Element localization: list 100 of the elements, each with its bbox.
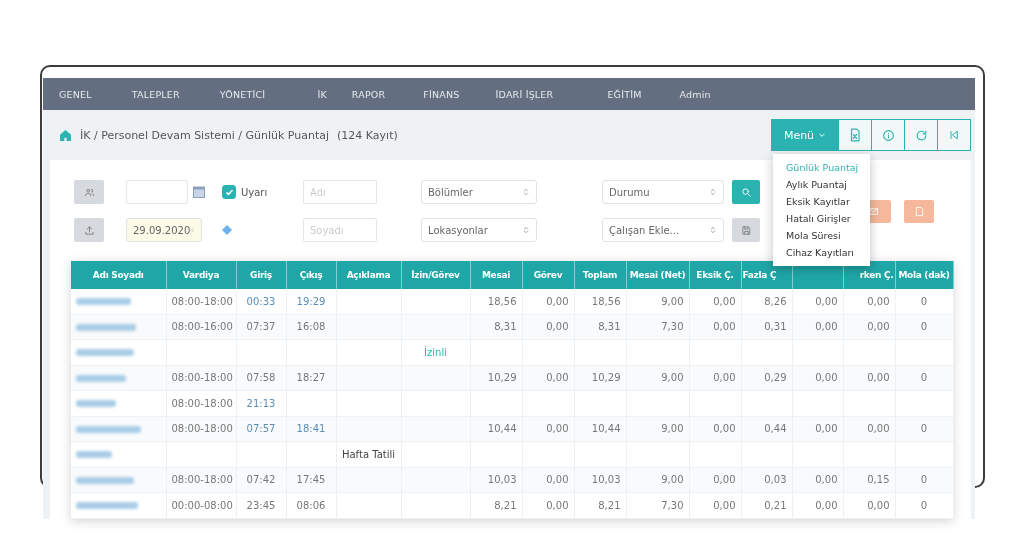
locations-select[interactable]: Lokasyonlar <box>421 218 537 242</box>
table-cell: 8,21 <box>470 492 522 518</box>
table-cell: 10,44 <box>470 416 522 442</box>
info-icon <box>881 128 895 142</box>
table-cell: 8,26 <box>741 289 792 314</box>
first-page-button[interactable] <box>938 119 971 151</box>
pdf-button[interactable] <box>904 199 934 223</box>
table-cell: 08:00-16:00 <box>166 314 236 340</box>
column-header: Giriş <box>236 261 286 289</box>
checkbox-label: Uyarı <box>241 186 268 198</box>
table-cell: 0,00 <box>522 416 574 442</box>
sort-arrows-icon <box>522 225 530 235</box>
calendar-icon <box>193 186 205 198</box>
menu-button[interactable]: Menü <box>771 119 839 151</box>
table-cell: 0,00 <box>522 467 574 493</box>
blurred-name <box>76 502 138 510</box>
table-cell: 7,30 <box>626 492 689 518</box>
table-cell: 0 <box>895 289 953 314</box>
table-cell: 9,00 <box>626 416 689 442</box>
table-cell: 08:00-18:00 <box>166 390 236 416</box>
table-cell: 10,29 <box>574 365 626 391</box>
document-icon <box>913 205 925 217</box>
table-cell: 0,00 <box>843 365 895 391</box>
upload-button[interactable] <box>74 218 104 242</box>
table-cell: 0 <box>895 314 953 340</box>
sort-arrows-icon <box>190 225 195 235</box>
blurred-name <box>76 451 112 459</box>
table-cell: 0,00 <box>792 492 843 518</box>
refresh-icon <box>914 128 928 142</box>
search-icon <box>740 186 752 198</box>
people-button[interactable] <box>74 180 104 204</box>
table-cell: 23:45 <box>236 492 286 518</box>
menu-item[interactable]: Cihaz Kayıtları <box>773 244 870 261</box>
table-cell: 8,21 <box>574 492 626 518</box>
table-cell: 07:37 <box>236 314 286 340</box>
home-icon <box>59 128 72 142</box>
status-select[interactable]: Durumu <box>602 180 724 204</box>
nav-item[interactable]: GENEL <box>59 88 92 100</box>
warning-checkbox[interactable] <box>222 185 236 199</box>
menu-item[interactable]: Eksik Kayıtlar <box>773 193 870 210</box>
blurred-name <box>76 374 126 382</box>
nav-item[interactable]: RAPOR <box>351 88 386 100</box>
menu-item[interactable]: Günlük Puantaj <box>773 159 870 176</box>
departments-select[interactable]: Bölümler <box>421 180 537 204</box>
nav-item[interactable]: EĞİTİM <box>607 88 642 100</box>
table-cell: 08:00-18:00 <box>166 467 236 493</box>
menu-item[interactable]: Aylık Puantaj <box>773 176 870 193</box>
table-cell: 7,30 <box>626 314 689 340</box>
table-cell: 9,00 <box>626 289 689 314</box>
info-button[interactable] <box>872 119 905 151</box>
save-icon <box>740 224 752 236</box>
date-select[interactable]: 29.09.2020 <box>126 218 202 242</box>
breadcrumb: İK / Personel Devam Sistemi / Günlük Puantaj <box>80 128 330 142</box>
column-header: Adı Soyadı <box>71 261 166 289</box>
table-cell: 07:42 <box>236 467 286 493</box>
table-cell: 0,00 <box>522 365 574 391</box>
table-cell: 08:06 <box>286 492 336 518</box>
table-cell: 0,00 <box>843 289 895 314</box>
nav-item[interactable]: YÖNETİCİ <box>219 88 266 100</box>
menu-item[interactable]: Mola Süresi <box>773 227 870 244</box>
sort-arrows-icon <box>709 225 717 235</box>
search-button[interactable] <box>732 180 760 204</box>
column-header: Eksik Ç. <box>689 261 741 289</box>
column-header: Mesai (Net) <box>626 261 689 289</box>
upload-icon <box>83 224 95 236</box>
table-cell: 0,00 <box>792 314 843 340</box>
blurred-name <box>76 349 134 357</box>
nav-item[interactable]: FİNANS <box>423 88 460 100</box>
spreadsheet-icon <box>848 128 862 142</box>
table-cell: 08:00-18:00 <box>166 416 236 442</box>
table-cell: 0,03 <box>741 467 792 493</box>
nav-item[interactable]: TALEPLER <box>131 88 180 100</box>
blurred-name <box>76 425 141 433</box>
caret-icon <box>818 131 827 139</box>
check-icon <box>224 187 234 197</box>
table-cell: 0,00 <box>792 365 843 391</box>
table-cell: 10,03 <box>574 467 626 493</box>
table-cell: 10,03 <box>470 467 522 493</box>
save-button[interactable] <box>732 218 760 242</box>
employee-select[interactable]: Çalışan Ekle... <box>602 218 724 242</box>
column-header: Açıklama <box>336 261 401 289</box>
table-cell: 0,21 <box>741 492 792 518</box>
table-cell: 0,00 <box>689 416 741 442</box>
table-cell: 21:13 <box>236 390 286 416</box>
table-cell: 18:41 <box>286 416 336 442</box>
table-cell: 16:08 <box>286 314 336 340</box>
table-cell: 0,31 <box>741 314 792 340</box>
table-cell: 0,00 <box>792 289 843 314</box>
blurred-name <box>76 476 134 484</box>
table-cell: 08:00-18:00 <box>166 365 236 391</box>
nav-item[interactable]: Admin <box>679 88 711 100</box>
sort-arrows-icon <box>709 187 717 197</box>
excel-button[interactable] <box>839 119 872 151</box>
input-field[interactable] <box>126 180 188 204</box>
refresh-button[interactable] <box>905 119 938 151</box>
nav-item[interactable]: İK <box>317 88 327 100</box>
nav-item[interactable]: İDARİ İŞLER <box>495 88 554 100</box>
table-cell: 0,29 <box>741 365 792 391</box>
column-header: Görev <box>522 261 574 289</box>
menu-item[interactable]: Hatalı Girişler <box>773 210 870 227</box>
